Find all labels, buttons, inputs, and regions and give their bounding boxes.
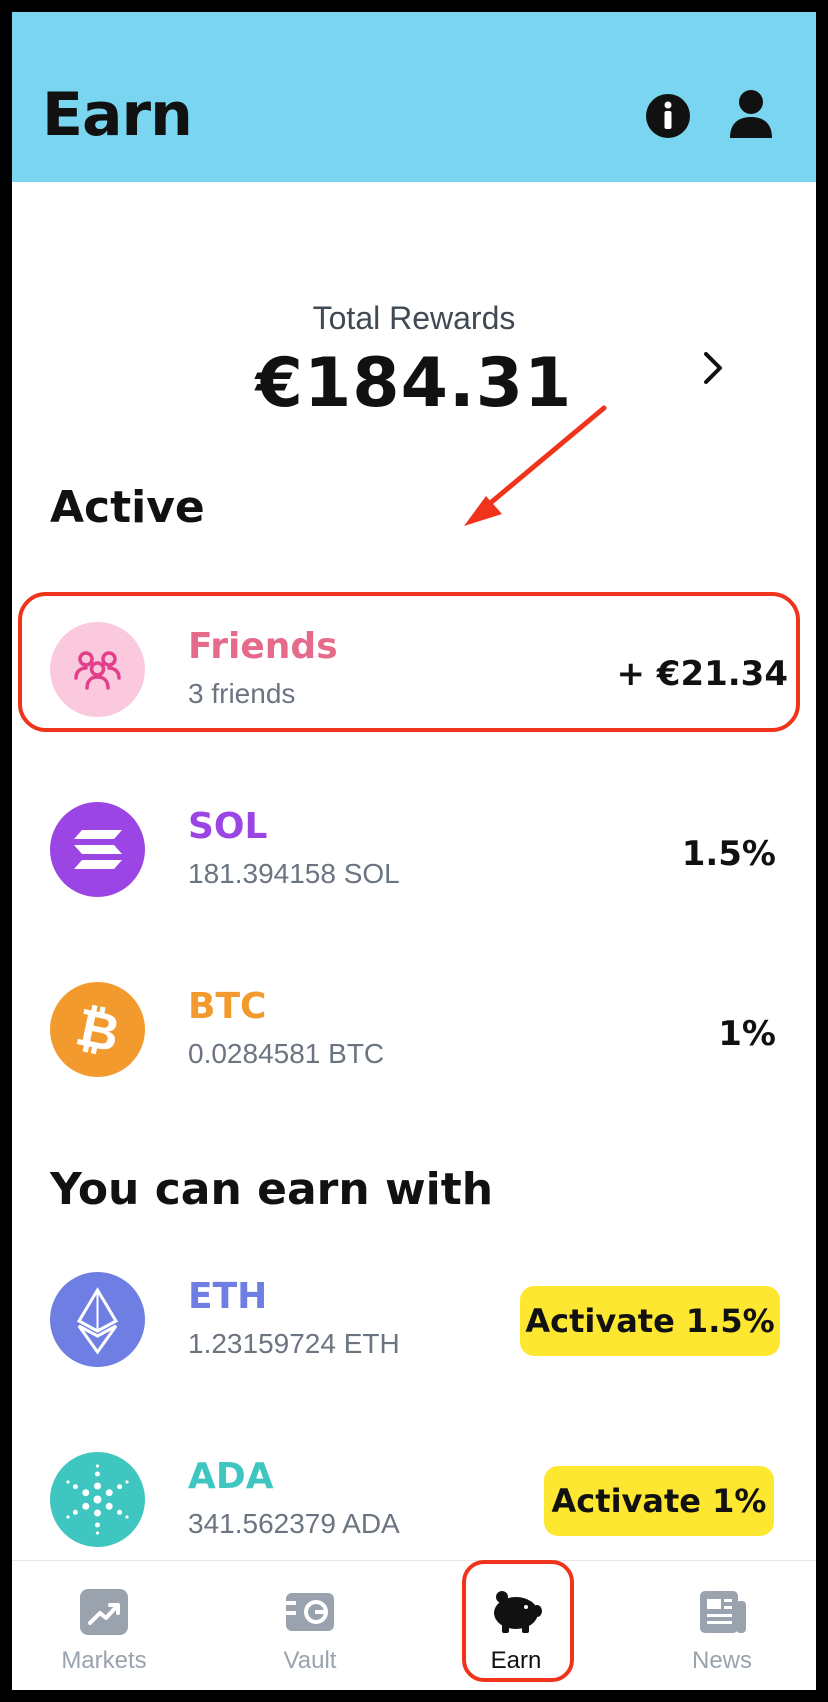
btc-title: BTC bbox=[188, 986, 267, 1027]
btc-rate: 1% bbox=[718, 1014, 776, 1054]
ada-icon bbox=[50, 1452, 145, 1547]
header: Earn bbox=[12, 12, 816, 182]
list-item-sol[interactable]: SOL 181.394158 SOL 1.5% bbox=[12, 792, 816, 902]
tab-markets-label: Markets bbox=[61, 1647, 147, 1674]
btc-icon: ₿ bbox=[50, 982, 145, 1077]
list-item-ada[interactable]: ADA 341.562379 ADA Activate 1% bbox=[12, 1442, 816, 1552]
chart-up-icon bbox=[78, 1587, 130, 1637]
info-icon[interactable] bbox=[644, 92, 692, 140]
eth-balance: 1.23159724 ETH bbox=[188, 1328, 400, 1359]
sol-rate: 1.5% bbox=[681, 834, 776, 874]
tab-news-label: News bbox=[691, 1647, 752, 1674]
eth-title: ETH bbox=[188, 1276, 268, 1317]
tab-markets[interactable]: Markets bbox=[24, 1561, 184, 1690]
wallet-icon bbox=[284, 1587, 336, 1637]
app-screen: Earn Total Rewards €184.31 Active Friend… bbox=[12, 12, 816, 1690]
ada-balance: 341.562379 ADA bbox=[188, 1508, 400, 1539]
total-rewards-value[interactable]: €184.31 bbox=[12, 344, 816, 423]
earn-tab-highlight-box bbox=[462, 1560, 574, 1682]
tab-vault-label: Vault bbox=[283, 1647, 337, 1674]
sol-icon bbox=[50, 802, 145, 897]
section-earn-with-title: You can earn with bbox=[50, 1164, 494, 1215]
friends-highlight-box bbox=[18, 592, 800, 732]
section-active-title: Active bbox=[50, 482, 205, 533]
tab-vault[interactable]: Vault bbox=[230, 1561, 390, 1690]
svg-text:₿: ₿ bbox=[71, 997, 125, 1065]
list-item-eth[interactable]: ETH 1.23159724 ETH Activate 1.5% bbox=[12, 1262, 816, 1372]
eth-icon bbox=[50, 1272, 145, 1367]
tab-news[interactable]: News bbox=[642, 1561, 802, 1690]
activate-eth-button[interactable]: Activate 1.5% bbox=[520, 1286, 780, 1356]
chevron-right-icon[interactable] bbox=[698, 348, 728, 388]
newspaper-icon bbox=[696, 1587, 748, 1637]
page-title: Earn bbox=[42, 80, 193, 150]
sol-balance: 181.394158 SOL bbox=[188, 858, 400, 889]
list-item-btc[interactable]: ₿ BTC 0.0284581 BTC 1% bbox=[12, 972, 816, 1082]
ada-title: ADA bbox=[188, 1456, 274, 1497]
bottom-tab-bar: Markets Vault Earn News bbox=[12, 1560, 816, 1690]
annotation-arrow-icon bbox=[464, 405, 607, 526]
sol-title: SOL bbox=[188, 806, 268, 847]
btc-balance: 0.0284581 BTC bbox=[188, 1038, 385, 1069]
activate-ada-button[interactable]: Activate 1% bbox=[544, 1466, 774, 1536]
total-rewards-label: Total Rewards bbox=[312, 300, 516, 336]
profile-icon[interactable] bbox=[726, 88, 774, 138]
